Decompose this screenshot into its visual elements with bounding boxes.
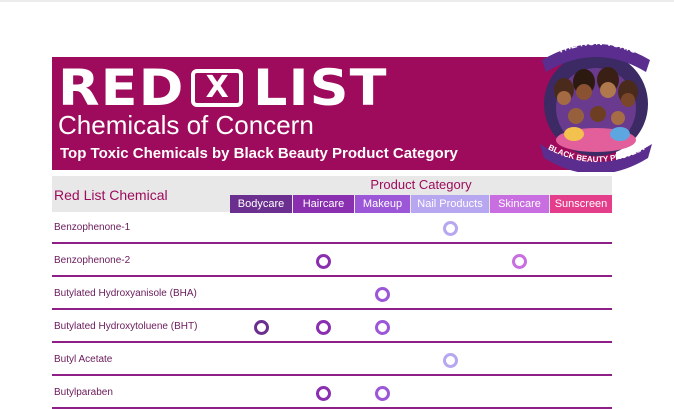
category-haircare: Haircare <box>293 195 354 213</box>
category-nail-products: Nail Products <box>411 195 489 213</box>
table-row: Butylparaben <box>52 379 612 409</box>
x-box-icon: X <box>191 69 244 107</box>
category-marker-icon <box>442 353 458 368</box>
table-row: Butylated Hydroxytoluene (BHT) <box>52 313 612 343</box>
table-row: Butyl Acetate <box>52 346 612 376</box>
chemical-name: Butylated Hydroxyanisole (BHA) <box>54 288 197 299</box>
product-category-header: Product Category <box>370 177 472 192</box>
tagline: Top Toxic Chemicals by Black Beauty Prod… <box>60 145 458 162</box>
table-row: Benzophenone-1 <box>52 214 612 244</box>
category-bodycare: Bodycare <box>230 195 292 213</box>
category-marker-icon <box>253 320 269 335</box>
chemical-name: Butyl Acetate <box>54 354 113 365</box>
category-marker-icon <box>316 320 331 335</box>
top-divider <box>0 0 674 2</box>
category-marker-icon <box>316 386 331 401</box>
chemical-name: Butylparaben <box>54 387 113 398</box>
title-red: RED <box>58 59 185 117</box>
title-list: LIST <box>253 59 388 117</box>
category-sunscreen: Sunscreen <box>550 195 612 213</box>
chemical-column-header: Red List Chemical <box>54 187 168 203</box>
category-marker-icon <box>512 254 527 269</box>
category-skincare: Skincare <box>490 195 549 213</box>
chemical-name: Benzophenone-1 <box>54 222 131 233</box>
table-row: Butylated Hydroxyanisole (BHA) <box>52 280 612 310</box>
category-makeup: Makeup <box>355 195 410 213</box>
non-toxic-black-beauty-logo: THE NON-TOXIC BLACK BEAUTY PROJECT <box>540 37 652 172</box>
chemical-name: Benzophenone-2 <box>54 255 131 266</box>
chemical-name: Butylated Hydroxytoluene (BHT) <box>54 321 198 332</box>
category-marker-icon <box>375 287 390 302</box>
subtitle: Chemicals of Concern <box>58 110 314 140</box>
category-marker-icon <box>375 320 390 335</box>
red-list-title: RED X LIST <box>58 59 387 117</box>
category-marker-icon <box>316 254 331 269</box>
category-marker-icon <box>375 386 390 401</box>
category-marker-icon <box>442 221 458 236</box>
table-row: Benzophenone-2 <box>52 247 612 277</box>
